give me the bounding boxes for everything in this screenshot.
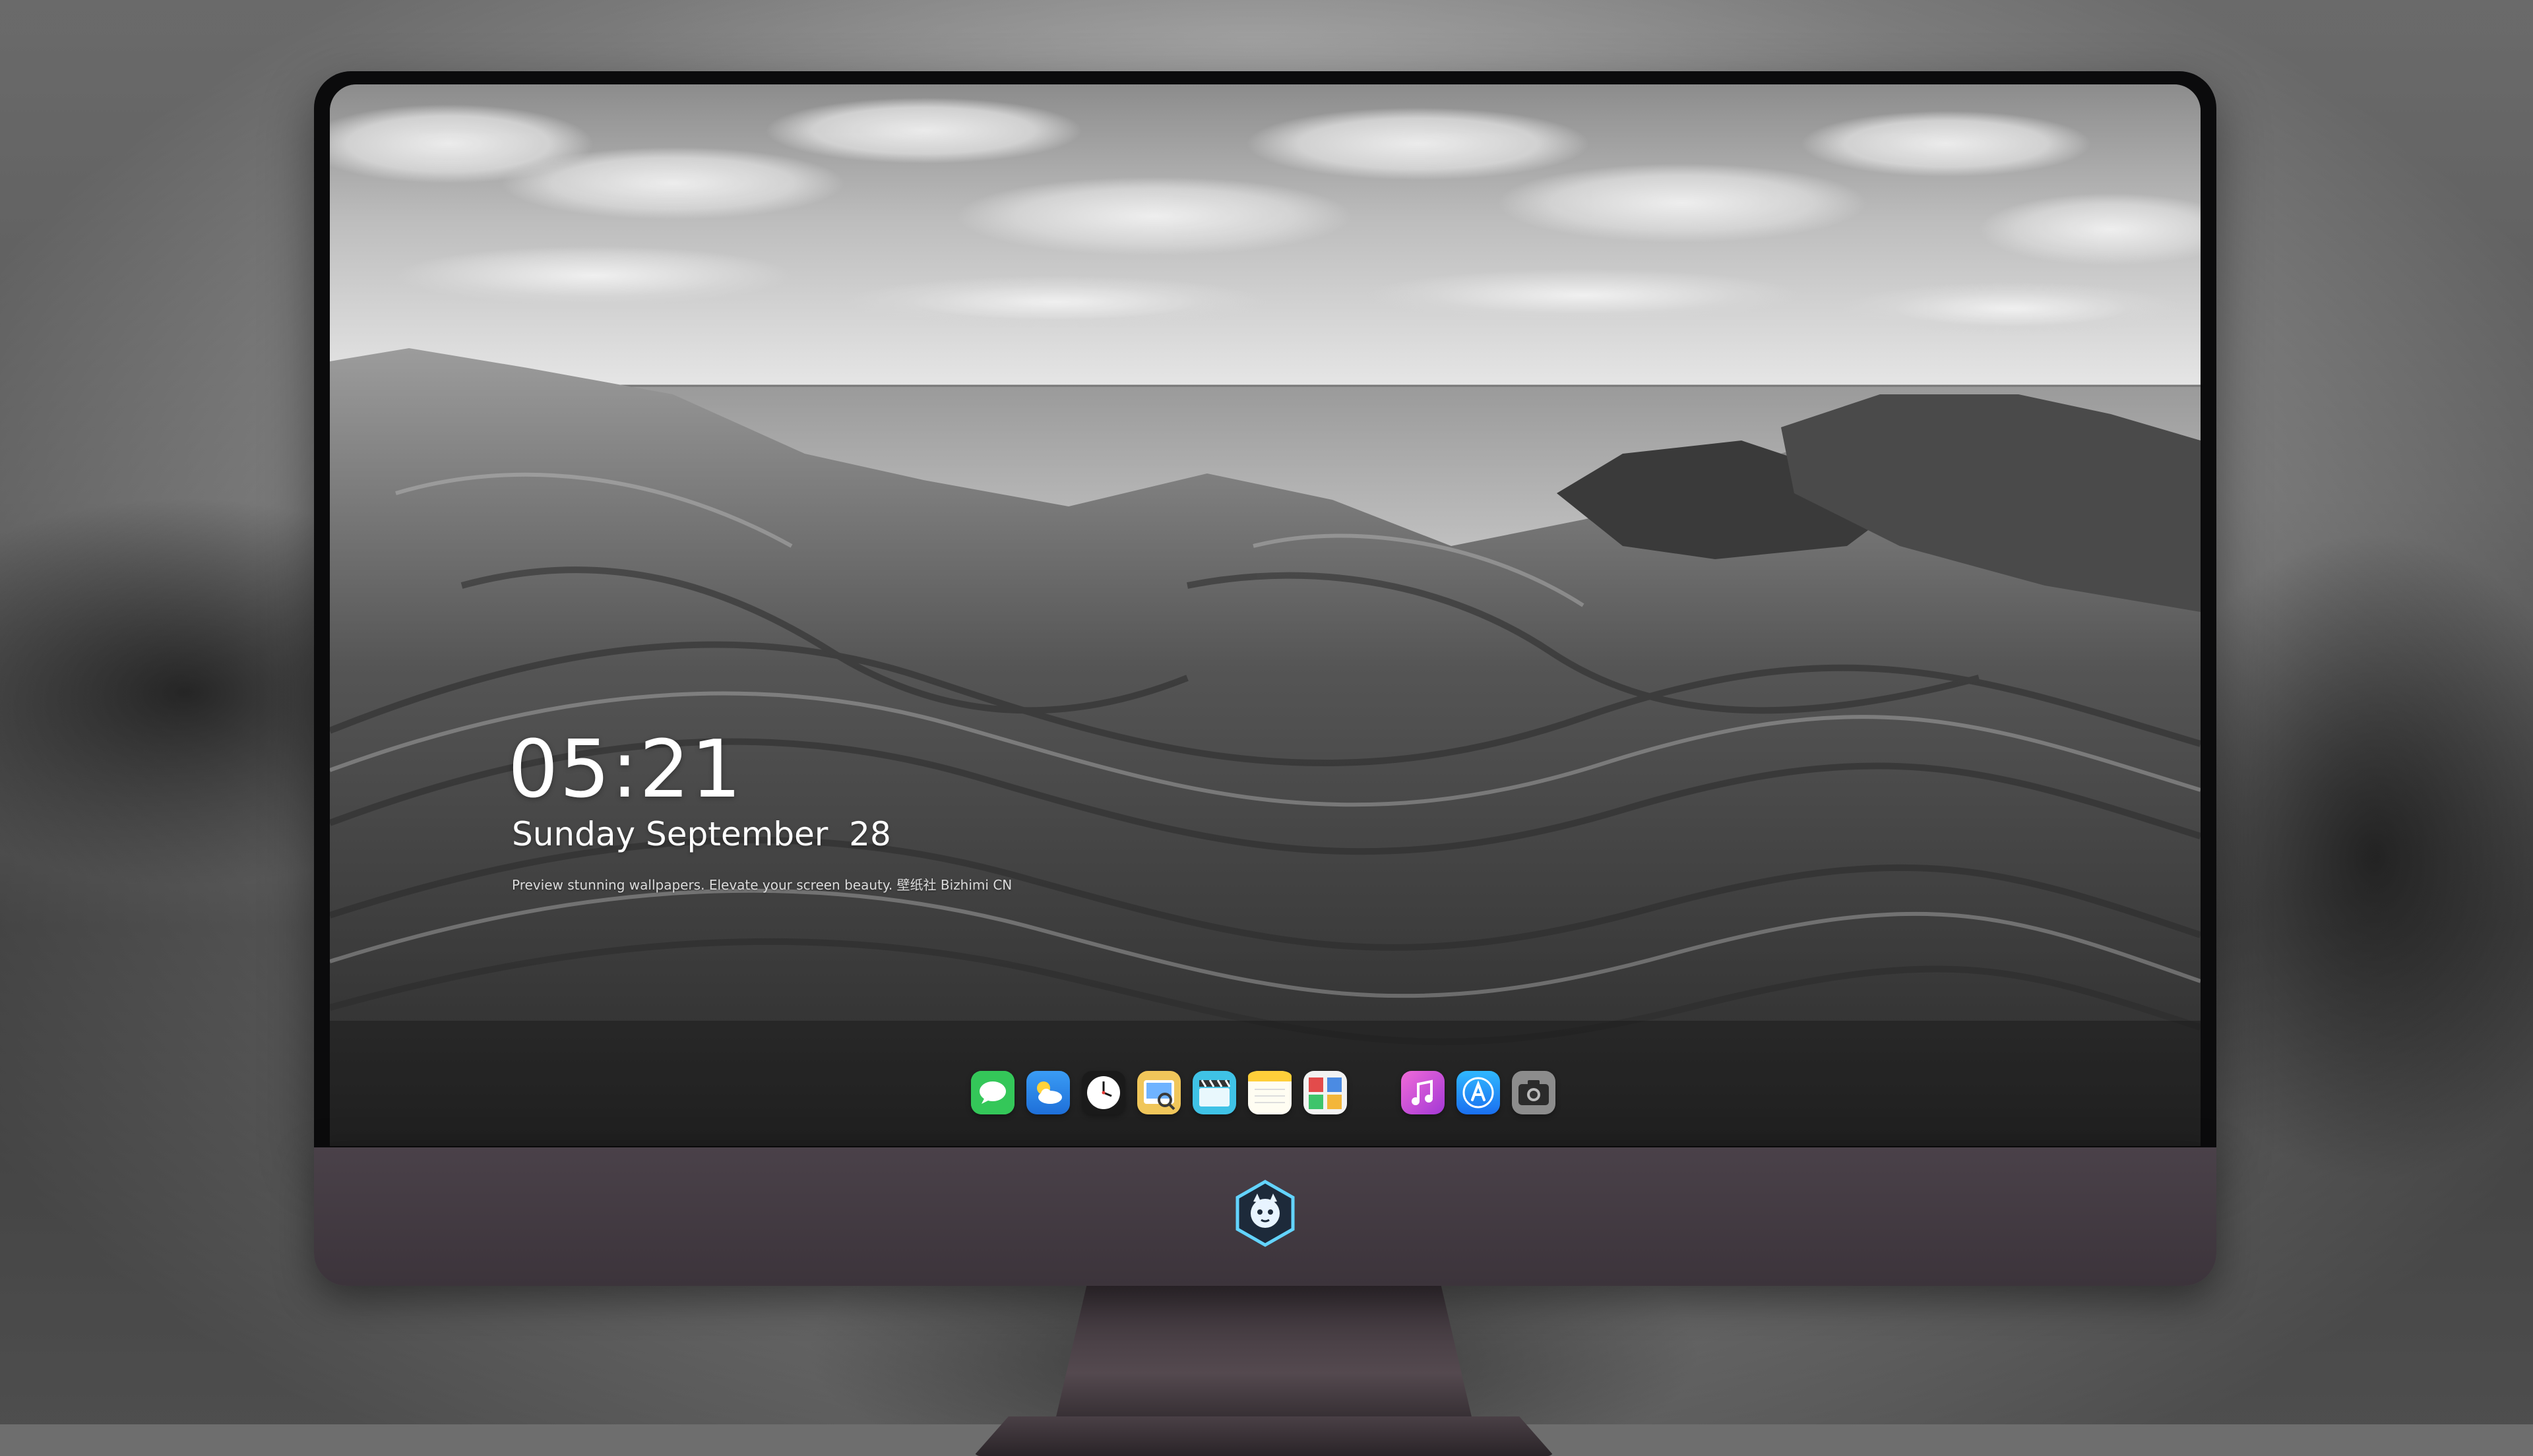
weather-icon [1026,1071,1070,1114]
dock-item-app-store[interactable] [1456,1071,1500,1114]
dock-item-video[interactable] [1193,1071,1236,1114]
messages-icon [971,1071,1015,1114]
photo-booth-icon [1303,1071,1347,1114]
dock-item-notes[interactable] [1248,1071,1292,1114]
mascot-logo-icon [1235,1180,1295,1247]
music-icon [1401,1071,1445,1114]
lockscreen-time: 05:21 [508,724,743,816]
dock-item-weather[interactable] [1026,1071,1070,1114]
clapperboard-icon [1193,1071,1236,1114]
dock-item-music[interactable] [1401,1071,1445,1114]
app-store-icon [1456,1071,1500,1114]
dock-item-messages[interactable] [971,1071,1015,1114]
clock-icon [1082,1071,1125,1114]
monitor-bezel: 05:21 Sunday September 28 Preview stunni… [314,71,2216,1147]
screen: 05:21 Sunday September 28 Preview stunni… [330,84,2201,1146]
wallpaper-image [330,84,2201,1146]
dock-item-preview[interactable] [1137,1071,1181,1114]
preview-icon [1137,1071,1181,1114]
lockscreen-date: Sunday September 28 [512,815,891,853]
monitor: 05:21 Sunday September 28 Preview stunni… [314,71,2216,1456]
monitor-stand-neck [1053,1286,1475,1431]
dock-item-clock[interactable] [1082,1071,1125,1114]
dock-item-camera[interactable] [1512,1071,1555,1114]
dock [971,1063,1555,1122]
monitor-stand-foot [974,1416,1554,1456]
camera-icon [1512,1071,1555,1114]
lockscreen-tagline: Preview stunning wallpapers. Elevate you… [512,877,1013,893]
notes-icon [1248,1071,1292,1114]
dock-item-photo-booth[interactable] [1303,1071,1347,1114]
